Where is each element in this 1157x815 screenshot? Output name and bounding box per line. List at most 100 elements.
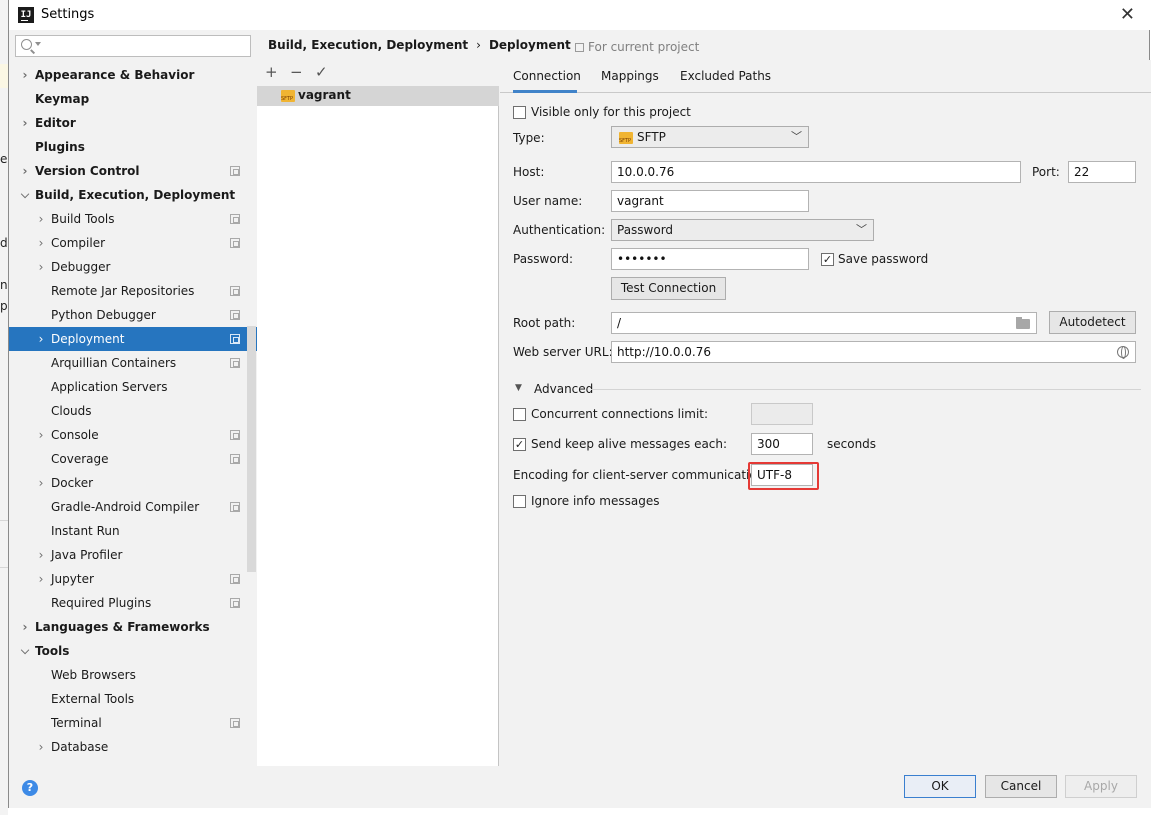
chevron-down-icon: ﹀ <box>856 223 867 236</box>
sidebar-item-label: Web Browsers <box>51 668 136 682</box>
sidebar-item-console[interactable]: › Console <box>9 423 257 447</box>
cancel-button[interactable]: Cancel <box>985 775 1057 798</box>
sidebar-item-instant-run[interactable]: Instant Run <box>9 519 257 543</box>
sidebar-item-jupyter[interactable]: › Jupyter <box>9 567 257 591</box>
sidebar-item-editor[interactable]: › Editor <box>9 111 257 135</box>
save-password-checkbox[interactable]: ✓ <box>821 253 834 266</box>
chevron-down-icon[interactable]: ⌵ <box>19 183 31 207</box>
chevron-right-icon[interactable]: › <box>35 231 47 255</box>
ignore-info-checkbox[interactable] <box>513 495 526 508</box>
port-input[interactable]: 22 <box>1068 161 1136 183</box>
chevron-down-icon[interactable]: ⌵ <box>19 639 31 663</box>
save-password-label: Save password <box>838 252 929 266</box>
server-list-toolbar: + − ✓ <box>257 60 499 86</box>
sidebar-item-coverage[interactable]: Coverage <box>9 447 257 471</box>
chevron-right-icon[interactable]: › <box>35 327 47 351</box>
ok-button[interactable]: OK <box>904 775 976 798</box>
chevron-right-icon[interactable]: › <box>19 159 31 183</box>
sidebar-item-gradle-android-compiler[interactable]: Gradle-Android Compiler <box>9 495 257 519</box>
sidebar-item-application-servers[interactable]: Application Servers <box>9 375 257 399</box>
sidebar-item-appearance-behavior[interactable]: › Appearance & Behavior <box>9 63 257 87</box>
authentication-select[interactable]: Password ﹀ <box>611 219 874 241</box>
close-icon[interactable]: ✕ <box>1120 4 1135 25</box>
chevron-right-icon[interactable]: › <box>35 423 47 447</box>
keep-alive-checkbox[interactable]: ✓ <box>513 438 526 451</box>
project-scope-icon <box>230 334 240 344</box>
add-server-button[interactable]: + <box>265 63 278 81</box>
chevron-right-icon[interactable]: › <box>19 63 31 87</box>
web-server-url-input[interactable]: http://10.0.0.76 <box>611 341 1136 363</box>
sidebar-item-build-execution-deployment[interactable]: ⌵ Build, Execution, Deployment <box>9 183 257 207</box>
sidebar-item-label: Tools <box>35 644 70 658</box>
sidebar-item-deployment[interactable]: › Deployment <box>9 327 257 351</box>
host-input[interactable]: 10.0.0.76 <box>611 161 1021 183</box>
sidebar-item-required-plugins[interactable]: Required Plugins <box>9 591 257 615</box>
server-list-panel: + − ✓ vagrant <box>257 60 499 766</box>
globe-icon[interactable] <box>1117 346 1129 359</box>
chevron-right-icon[interactable]: › <box>35 471 47 495</box>
project-scope-icon <box>230 286 240 296</box>
sidebar-item-plugins[interactable]: Plugins <box>9 135 257 159</box>
tab-excluded-paths[interactable]: Excluded Paths <box>680 60 771 93</box>
folder-browse-icon[interactable] <box>1016 317 1030 329</box>
settings-search-input[interactable] <box>15 35 251 57</box>
search-history-caret-icon[interactable] <box>35 42 41 46</box>
username-input[interactable]: vagrant <box>611 190 809 212</box>
visible-only-checkbox[interactable] <box>513 106 526 119</box>
sidebar-scrollbar[interactable] <box>247 326 256 572</box>
sidebar-item-keymap[interactable]: Keymap <box>9 87 257 111</box>
chevron-right-icon[interactable]: › <box>35 735 47 759</box>
sidebar-item-database[interactable]: › Database <box>9 735 257 759</box>
project-scope-icon <box>230 574 240 584</box>
sidebar-item-tools[interactable]: ⌵ Tools <box>9 639 257 663</box>
sidebar-item-terminal[interactable]: Terminal <box>9 711 257 735</box>
advanced-expand-icon[interactable]: ▼ <box>515 383 522 393</box>
sidebar-item-clouds[interactable]: Clouds <box>9 399 257 423</box>
sidebar-item-external-tools[interactable]: External Tools <box>9 687 257 711</box>
chevron-right-icon[interactable]: › <box>19 111 31 135</box>
sidebar-item-arquillian-containers[interactable]: Arquillian Containers <box>9 351 257 375</box>
concurrent-limit-checkbox[interactable] <box>513 408 526 421</box>
project-scope-icon <box>230 166 240 176</box>
breadcrumb: Build, Execution, Deployment › Deployment <box>268 38 571 52</box>
sidebar-item-remote-jar-repositories[interactable]: Remote Jar Repositories <box>9 279 257 303</box>
chevron-right-icon[interactable]: › <box>35 255 47 279</box>
sidebar-item-debugger[interactable]: › Debugger <box>9 255 257 279</box>
tab-mappings[interactable]: Mappings <box>601 60 659 93</box>
background-char: d <box>0 236 8 250</box>
sidebar-item-languages-frameworks[interactable]: › Languages & Frameworks <box>9 615 257 639</box>
chevron-right-icon[interactable]: › <box>35 567 47 591</box>
sidebar-item-python-debugger[interactable]: Python Debugger <box>9 303 257 327</box>
help-icon[interactable]: ? <box>22 780 38 796</box>
sidebar-item-compiler[interactable]: › Compiler <box>9 231 257 255</box>
background-divider <box>0 520 8 521</box>
test-connection-button[interactable]: Test Connection <box>611 277 726 300</box>
project-scope-icon <box>230 454 240 464</box>
keep-alive-input[interactable]: 300 <box>751 433 813 455</box>
tab-connection[interactable]: Connection <box>513 60 581 93</box>
sidebar-item-build-tools[interactable]: › Build Tools <box>9 207 257 231</box>
set-default-server-button[interactable]: ✓ <box>315 63 328 81</box>
for-current-project-label: For current project <box>588 40 700 54</box>
keep-alive-label: Send keep alive messages each: <box>531 437 728 451</box>
chevron-right-icon[interactable]: › <box>19 615 31 639</box>
project-scope-icon <box>230 310 240 320</box>
chevron-right-icon[interactable]: › <box>35 207 47 231</box>
sidebar-item-java-profiler[interactable]: › Java Profiler <box>9 543 257 567</box>
server-list-item[interactable]: vagrant <box>257 86 499 106</box>
advanced-section-label[interactable]: Advanced <box>534 382 593 396</box>
remove-server-button[interactable]: − <box>290 63 303 81</box>
root-path-input[interactable]: / <box>611 312 1037 334</box>
password-input[interactable]: ••••••• <box>611 248 809 270</box>
chevron-right-icon[interactable]: › <box>35 543 47 567</box>
autodetect-button[interactable]: Autodetect <box>1049 311 1136 334</box>
sidebar-item-docker[interactable]: › Docker <box>9 471 257 495</box>
sidebar-item-web-browsers[interactable]: Web Browsers <box>9 663 257 687</box>
sidebar-item-label: Editor <box>35 116 76 130</box>
sidebar-item-version-control[interactable]: › Version Control <box>9 159 257 183</box>
sidebar-item-label: Required Plugins <box>51 596 152 610</box>
sidebar-item-label: Docker <box>51 476 94 490</box>
sidebar-item-label: Instant Run <box>51 524 120 538</box>
project-scope-icon <box>230 598 240 608</box>
type-select[interactable]: SFTP ﹀ <box>611 126 809 148</box>
